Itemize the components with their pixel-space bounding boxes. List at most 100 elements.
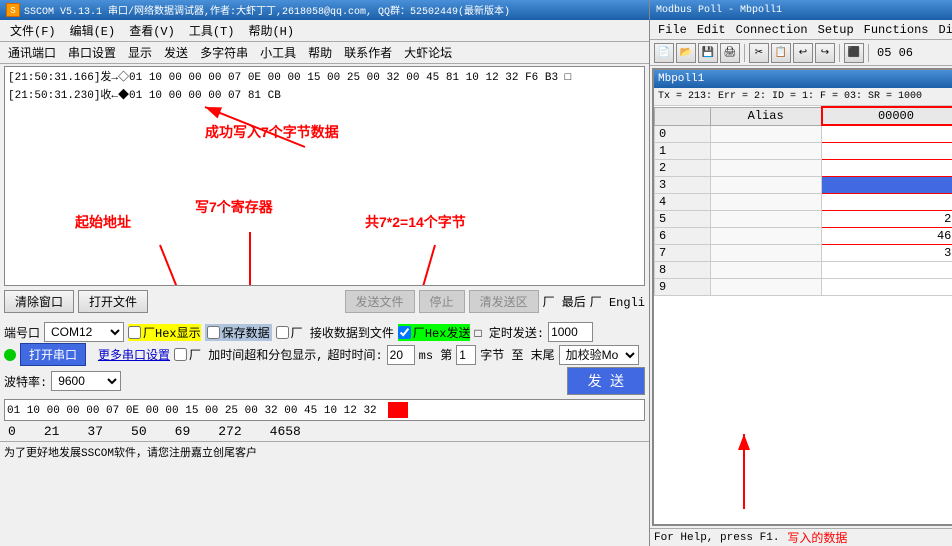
menu-view[interactable]: 查看(V)	[123, 21, 181, 40]
modbus-title-text: Modbus Poll - Mbpoll1	[656, 5, 782, 16]
send-file-button[interactable]: 发送文件	[345, 290, 415, 313]
toolbar-connect[interactable]: ⬛	[844, 43, 864, 63]
row-index-0: 0	[655, 125, 711, 143]
table-row: 90	[655, 279, 952, 296]
baud-label: 波特率:	[4, 373, 47, 390]
row-alias-6	[710, 228, 821, 245]
menu-edit[interactable]: 编辑(E)	[64, 21, 122, 40]
submenu-display[interactable]: 显示	[124, 43, 156, 62]
toolbar-sep-1	[744, 44, 745, 62]
left-menu-bar: 文件(F) 编辑(E) 查看(V) 工具(T) 帮助(H)	[0, 20, 649, 42]
annotation-success: 成功写入7个字节数据	[205, 122, 339, 143]
menu-tools[interactable]: 工具(T)	[183, 21, 241, 40]
modbus-help-text: For Help, press F1.	[654, 532, 779, 544]
add-time-text: 厂 加时间超和分包显示,	[189, 346, 323, 363]
baud-select[interactable]: 9600	[51, 371, 121, 391]
data-number-272: 272	[218, 424, 241, 439]
row-alias-2	[710, 160, 821, 177]
submenu-multistring[interactable]: 多字符串	[196, 43, 252, 62]
modbus-title-bar: Modbus Poll - Mbpoll1	[650, 0, 952, 20]
row-index-3: 3	[655, 177, 711, 194]
hex-send-label[interactable]: 厂Hex发送	[398, 324, 471, 341]
modbus-menu-file[interactable]: File	[654, 22, 691, 38]
modbus-menu-setup[interactable]: Setup	[814, 22, 858, 38]
annotation-write7: 写7个寄存器	[195, 197, 273, 218]
button-row: 清除窗口 打开文件 发送文件 停止 清发送区 厂 最后 厂 Engli	[0, 288, 649, 315]
submenu-contact[interactable]: 联系作者	[340, 43, 396, 62]
stop-button[interactable]: 停止	[419, 290, 465, 313]
hex-display-label[interactable]: 厂Hex显示	[128, 324, 201, 341]
table-row: 237	[655, 160, 952, 177]
modbus-menu-disp[interactable]: Disp	[934, 22, 952, 38]
toolbar-sep-3	[868, 44, 869, 62]
mbpoll-status-bar: Tx = 213: Err = 2: ID = 1: F = 03: SR = …	[654, 88, 952, 106]
save-data-label[interactable]: 保存数据	[205, 324, 272, 341]
table-row: 469	[655, 194, 952, 211]
table-row: 00	[655, 125, 952, 143]
log-line-2: [21:50:31.230]收←◆01 10 00 00 00 07 81 CB	[8, 88, 641, 106]
timeout-input[interactable]	[387, 345, 415, 365]
row-index-7: 7	[655, 245, 711, 262]
checksum-select[interactable]: 加校验Mo	[559, 345, 639, 365]
menu-file[interactable]: 文件(F)	[4, 21, 62, 40]
clear-send-area-button[interactable]: 清发送区	[469, 290, 539, 313]
add-time-label[interactable]: 厂 加时间超和分包显示,	[174, 346, 323, 363]
save-data-text: 保存数据	[222, 324, 270, 341]
toolbar-new[interactable]: 📄	[654, 43, 674, 63]
left-sub-menu-bar: 通讯端口 串口设置 显示 发送 多字符串 小工具 帮助 联系作者 大虾论坛	[0, 42, 649, 64]
modbus-menu-functions[interactable]: Functions	[860, 22, 933, 38]
toolbar-cut[interactable]: ✂	[749, 43, 769, 63]
modbus-menu-edit[interactable]: Edit	[693, 22, 730, 38]
log-line-1: [21:50:31.166]发→◇01 10 00 00 00 07 0E 00…	[8, 70, 641, 88]
modbus-annotation: 写入的数据	[787, 529, 847, 546]
modbus-menu-connection[interactable]: Connection	[732, 22, 812, 38]
submenu-comm-port[interactable]: 通讯端口	[4, 43, 60, 62]
row-value-9: 0	[822, 279, 952, 296]
save-data-checkbox[interactable]	[207, 326, 220, 339]
send-button[interactable]: 发 送	[567, 367, 645, 395]
recv-file-label[interactable]: 厂 接收数据到文件	[276, 324, 394, 341]
submenu-tools[interactable]: 小工具	[256, 43, 300, 62]
annotation-14bytes: 共7*2=14个字节	[365, 212, 466, 233]
row-index-6: 6	[655, 228, 711, 245]
recv-file-checkbox[interactable]	[276, 326, 289, 339]
menu-help[interactable]: 帮助(H)	[242, 21, 300, 40]
row-value-8: 0	[822, 262, 952, 279]
hex-display-checkbox[interactable]	[128, 326, 141, 339]
toolbar-undo[interactable]: ↩	[793, 43, 813, 63]
add-time-checkbox[interactable]	[174, 348, 187, 361]
toolbar-redo[interactable]: ↪	[815, 43, 835, 63]
input-data-text: 01 10 00 00 00 07 0E 00 00 15 00 25 00 3…	[7, 405, 377, 417]
modbus-status-footer: For Help, press F1. 写入的数据	[650, 528, 952, 546]
open-file-button[interactable]: 打开文件	[78, 290, 148, 313]
submenu-help[interactable]: 帮助	[304, 43, 336, 62]
toolbar-open[interactable]: 📂	[676, 43, 696, 63]
row-index-2: 2	[655, 160, 711, 177]
annotation-startaddr: 起始地址	[75, 212, 131, 233]
col-header-address: 00000	[822, 107, 952, 125]
port-select[interactable]: COM12	[44, 322, 124, 342]
hex-display-text: 厂Hex显示	[143, 324, 201, 341]
submenu-serial-settings[interactable]: 串口设置	[64, 43, 120, 62]
port-status-indicator	[4, 349, 16, 361]
row-index-1: 1	[655, 143, 711, 160]
timed-value-input[interactable]: 1000	[548, 322, 593, 342]
hex-send-checkbox[interactable]	[398, 326, 411, 339]
mbpoll-status-text: Tx = 213: Err = 2: ID = 1: F = 03: SR = …	[658, 91, 922, 102]
toolbar-time-display: 05 06	[877, 46, 913, 60]
timed-send-text: □ 定时发送:	[474, 324, 544, 341]
row-index-9: 9	[655, 279, 711, 296]
open-port-button[interactable]: 打开串口	[20, 343, 86, 366]
submenu-send[interactable]: 发送	[160, 43, 192, 62]
col-header-alias: Alias	[710, 107, 821, 125]
frame-input[interactable]	[456, 345, 476, 365]
toolbar-save[interactable]: 💾	[698, 43, 718, 63]
row-alias-0	[710, 125, 821, 143]
toolbar-copy[interactable]: 📋	[771, 43, 791, 63]
left-title-text: SSCOM V5.13.1 串口/网络数据调试器,作者:大虾丁丁,2618058…	[24, 2, 510, 18]
more-settings-link[interactable]: 更多串口设置	[98, 346, 170, 363]
toolbar-print[interactable]: 🖨	[720, 43, 740, 63]
row-value-7: 306	[822, 245, 952, 262]
clear-window-button[interactable]: 清除窗口	[4, 290, 74, 313]
submenu-forum[interactable]: 大虾论坛	[400, 43, 456, 62]
